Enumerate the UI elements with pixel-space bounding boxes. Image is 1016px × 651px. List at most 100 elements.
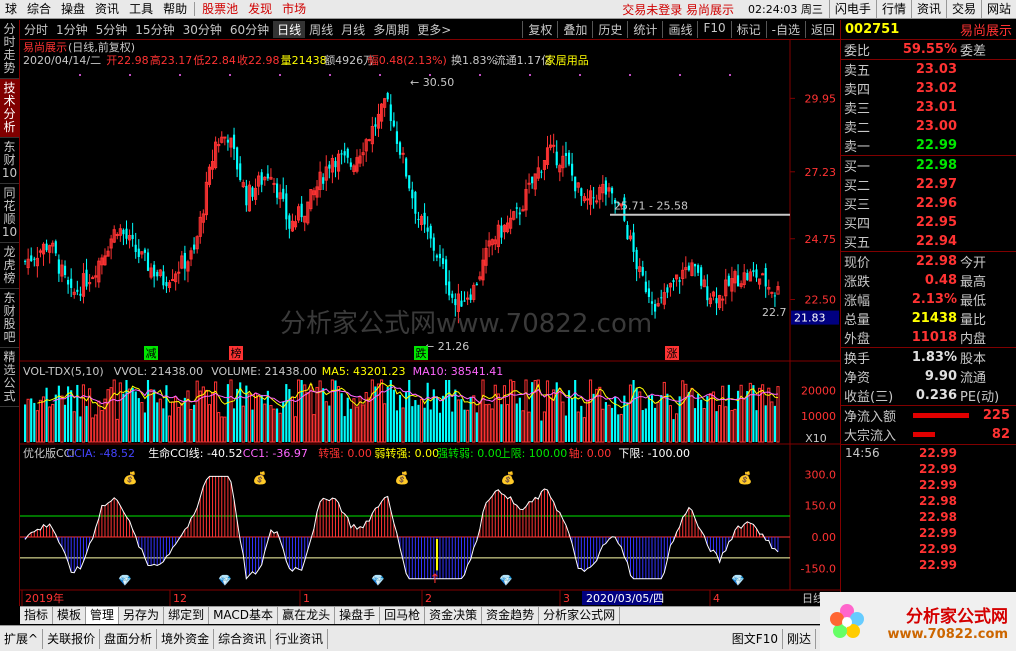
period-tab-5[interactable]: 60分钟 <box>226 21 273 38</box>
period-tab-3[interactable]: 15分钟 <box>131 21 178 38</box>
indicator-tab-9[interactable]: 资金决策 <box>425 607 483 624</box>
menu-right-button-4[interactable]: 网站 <box>980 0 1016 18</box>
status-tab-2[interactable]: 盘面分析 <box>100 628 158 649</box>
status-tab-3[interactable]: 境外资金 <box>157 628 215 649</box>
indicator-tab-1[interactable]: 模板 <box>53 607 87 624</box>
volume-bar <box>531 382 534 442</box>
left-tab-3[interactable]: 同花顺10 <box>0 184 19 243</box>
period-tab-7[interactable]: 周线 <box>305 21 337 38</box>
indicator-tab-4[interactable]: 绑定到 <box>164 607 210 624</box>
menu-right-button-1[interactable]: 行情 <box>875 0 911 18</box>
gem-icon: 💎 <box>218 574 232 587</box>
toolbar-button-8[interactable]: 返回 <box>804 21 840 38</box>
volume-bar <box>392 389 395 442</box>
status-tab-5[interactable]: 行业资讯 <box>271 628 329 649</box>
volume-bar <box>423 407 426 442</box>
status-right-button-1[interactable]: 刚达 <box>783 628 816 649</box>
indicator-tab-7[interactable]: 操盘手 <box>335 607 381 624</box>
quote-row: 买二 22.97 <box>844 177 957 194</box>
signal-dot <box>379 74 381 76</box>
period-tab-2[interactable]: 5分钟 <box>92 21 132 38</box>
flow-row: 净流入额 225 <box>844 408 1010 425</box>
menu-bar: 球综合 操盘 资讯 工具 帮助 股票池 发现 市场 交易未登录 易尚展示 02:24:03 周三闪… <box>0 0 1016 19</box>
left-tab-0[interactable]: 分时走势 <box>0 20 19 79</box>
stock-code: 002751 <box>845 22 900 37</box>
toolbar-button-6[interactable]: 标记 <box>730 21 766 38</box>
indicator-tab-5[interactable]: MACD基本 <box>209 607 279 624</box>
menu-item-0[interactable]: 球 <box>0 0 22 18</box>
volume-bar <box>125 380 128 442</box>
candle-body <box>165 282 168 287</box>
candle-body <box>67 279 70 285</box>
period-tab-1[interactable]: 1分钟 <box>52 21 92 38</box>
period-tab-4[interactable]: 30分钟 <box>179 21 226 38</box>
money-bag-icon: 💰 <box>123 471 138 485</box>
indicator-tab-8[interactable]: 回马枪 <box>380 607 426 624</box>
indicator-tab-2[interactable]: 管理 <box>86 607 120 624</box>
quote-row: 买四 22.95 <box>844 215 957 232</box>
flow-bar <box>913 413 969 418</box>
period-tab-8[interactable]: 月线 <box>337 21 369 38</box>
candle-body <box>463 300 466 302</box>
period-tab-0[interactable]: 分时 <box>20 21 52 38</box>
chart-area[interactable]: 易尚展示 (日线,前复权)2020/04/14/二 开22.98 高23.17 低22.… <box>20 40 840 606</box>
indicator-tab-11[interactable]: 分析家公式网 <box>539 607 621 624</box>
menu-right-button-2[interactable]: 资讯 <box>910 0 946 18</box>
indicator-tab-3[interactable]: 另存为 <box>119 607 165 624</box>
status-tab-1[interactable]: 关联报价 <box>43 628 101 649</box>
indicator-tab-6[interactable]: 赢在龙头 <box>278 607 336 624</box>
period-tab-10[interactable]: 更多> <box>413 21 455 38</box>
candle-body <box>131 234 134 240</box>
menu-item-4[interactable]: 工具 <box>124 0 158 18</box>
candle-body <box>285 193 288 220</box>
menu-item-3[interactable]: 资讯 <box>90 0 124 18</box>
toolbar-button-4[interactable]: 画线 <box>662 21 697 38</box>
left-tab-5[interactable]: 东财股吧 <box>0 289 19 348</box>
quote-value: 21438 <box>911 311 957 326</box>
quote-row: 收益(三) 0.236 PE(动) <box>844 388 1000 405</box>
left-tab-6[interactable]: 精选公式 <box>0 348 19 407</box>
candle-body <box>585 198 590 201</box>
indicator-tab-10[interactable]: 资金趋势 <box>482 607 540 624</box>
candle-body <box>564 153 568 156</box>
kline-open: 开22.98 <box>106 54 149 67</box>
candle-body <box>632 232 635 252</box>
gem-icon: 💎 <box>118 574 132 587</box>
toolbar-button-2[interactable]: 历史 <box>592 21 627 38</box>
kline-vol: 量21438 <box>281 54 327 67</box>
menu-red-item-0[interactable]: 股票池 <box>197 0 243 18</box>
menu-right-button-0[interactable]: 闪电手 <box>828 0 876 18</box>
login-status[interactable]: 交易未登录 易尚展示 <box>614 1 742 18</box>
menu-right-button-3[interactable]: 交易 <box>945 0 981 18</box>
toolbar-button-0[interactable]: 复权 <box>522 21 557 38</box>
quote-row: 买五 22.94 <box>844 234 957 251</box>
menu-item-2[interactable]: 操盘 <box>56 0 90 18</box>
status-right-button-0[interactable]: 图文F10 <box>728 628 783 649</box>
menu-red-item-1[interactable]: 发现 <box>243 0 277 18</box>
candle-body <box>146 252 150 271</box>
left-tab-4[interactable]: 龙虎榜 <box>0 243 19 289</box>
toolbar-button-1[interactable]: 叠加 <box>557 21 592 38</box>
menu-item-5[interactable]: 帮助 <box>158 0 192 18</box>
status-tab-4[interactable]: 综合资讯 <box>214 628 272 649</box>
candle-body <box>641 267 644 276</box>
menu-red-item-2[interactable]: 市场 <box>277 0 311 18</box>
indicator-tab-0[interactable]: 指标 <box>20 607 54 624</box>
period-tab-6[interactable]: 日线 <box>273 21 306 38</box>
quote-value: 0.48 <box>924 273 957 288</box>
toolbar-button-7[interactable]: -自选 <box>765 21 805 38</box>
volume-bar <box>626 402 629 442</box>
status-tab-0[interactable]: 扩展^ <box>0 628 44 649</box>
volume-bar <box>460 399 463 442</box>
candle-body <box>33 258 36 260</box>
volume-bar <box>610 407 614 442</box>
left-tab-1[interactable]: 技术分析 <box>0 79 19 138</box>
candle-body <box>706 286 709 301</box>
period-tab-9[interactable]: 多周期 <box>369 21 413 38</box>
toolbar-button-3[interactable]: 统计 <box>627 21 662 38</box>
left-tab-2[interactable]: 东财10 <box>0 138 19 184</box>
volume-bar <box>285 384 288 442</box>
menu-item-1[interactable]: 综合 <box>22 0 56 18</box>
candle-body <box>30 255 33 262</box>
toolbar-button-5[interactable]: F10 <box>697 21 730 38</box>
